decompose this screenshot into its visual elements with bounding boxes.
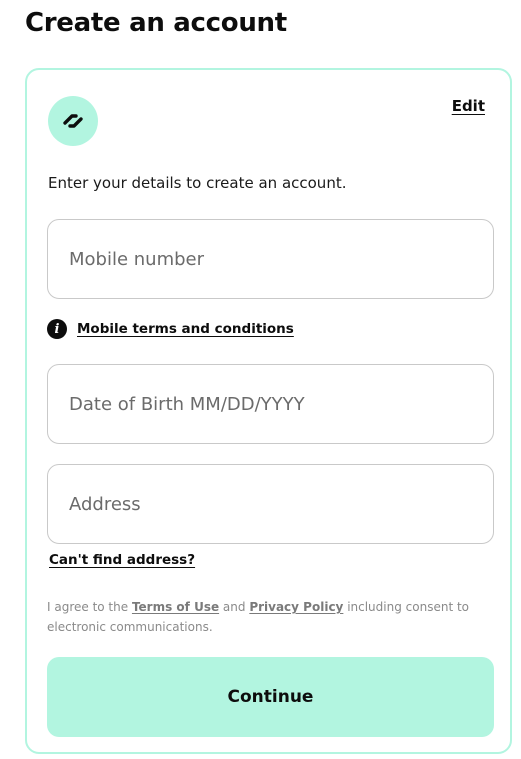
edit-link[interactable]: Edit [452, 97, 485, 115]
consent-middle: and [219, 600, 250, 614]
mobile-terms-link[interactable]: Mobile terms and conditions [77, 321, 294, 337]
address-placeholder: Address [69, 493, 141, 515]
consent-prefix: I agree to the [47, 600, 132, 614]
date-of-birth-field[interactable]: Date of Birth MM/DD/YYYY [47, 364, 494, 444]
terms-of-use-link[interactable]: Terms of Use [132, 600, 219, 614]
signup-card: Edit Enter your details to create an acc… [25, 68, 512, 754]
privacy-policy-link[interactable]: Privacy Policy [249, 600, 343, 614]
link-chain-glyph [63, 114, 83, 128]
page: Create an account Edit Enter your detail… [0, 0, 521, 759]
info-icon: i [47, 319, 67, 339]
date-of-birth-placeholder: Date of Birth MM/DD/YYYY [69, 393, 305, 415]
mobile-terms-row: i Mobile terms and conditions [47, 319, 294, 339]
address-field[interactable]: Address [47, 464, 494, 544]
page-title: Create an account [25, 8, 287, 38]
mobile-number-field[interactable]: Mobile number [47, 219, 494, 299]
mobile-number-placeholder: Mobile number [69, 248, 205, 270]
consent-text: I agree to the Terms of Use and Privacy … [47, 597, 487, 637]
intro-text: Enter your details to create an account. [48, 174, 347, 192]
cant-find-address-link[interactable]: Can't find address? [49, 552, 195, 568]
link-chain-icon [48, 96, 98, 146]
continue-button[interactable]: Continue [47, 657, 494, 737]
